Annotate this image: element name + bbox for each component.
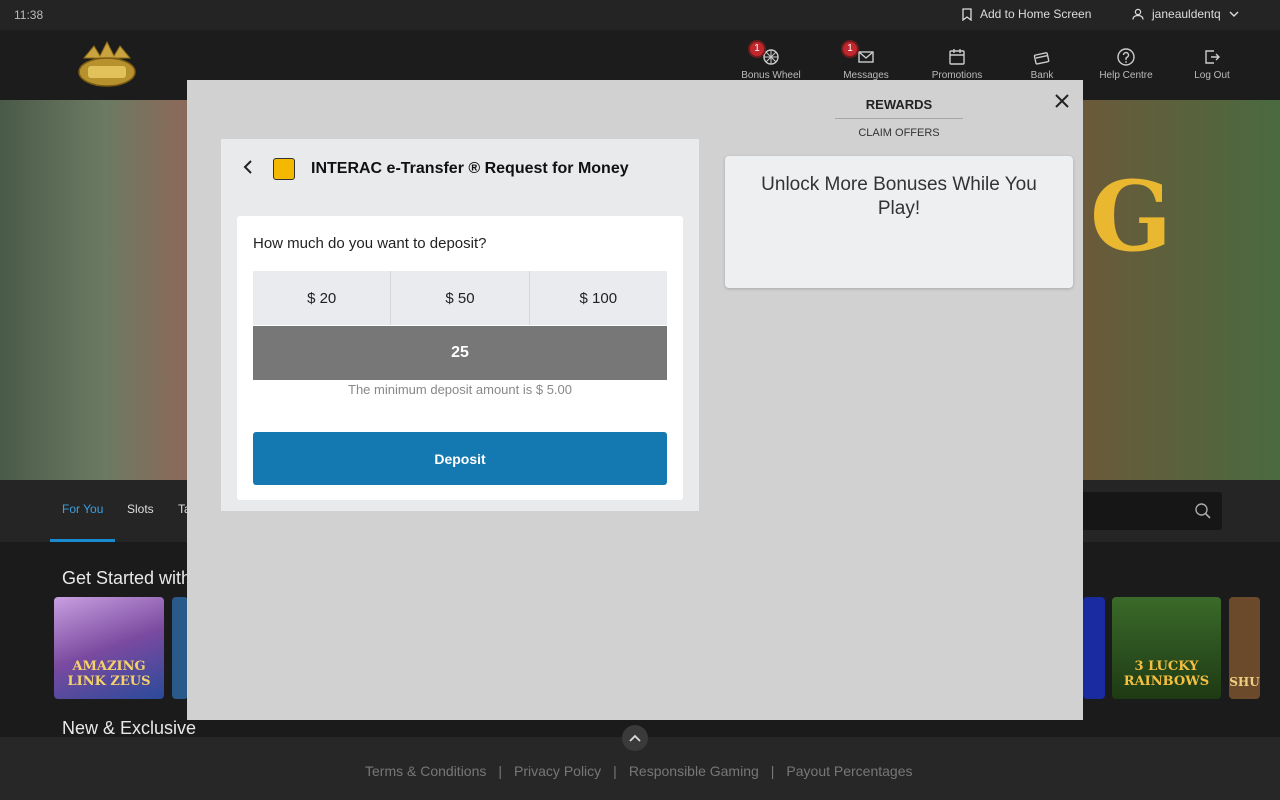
- preset-amounts: $ 20 $ 50 $ 100: [253, 271, 667, 325]
- game-tile[interactable]: [1083, 597, 1105, 699]
- scroll-top-button[interactable]: [622, 725, 648, 751]
- amount-100-button[interactable]: $ 100: [530, 271, 667, 325]
- section-title-get-started: Get Started with: [62, 568, 192, 588]
- site-logo[interactable]: [76, 40, 138, 90]
- game-tile-shu[interactable]: SHU: [1229, 597, 1260, 699]
- calendar-icon: [949, 49, 965, 65]
- nav-log-out[interactable]: Log Out: [1175, 48, 1249, 81]
- nav-label: Log Out: [1194, 70, 1230, 81]
- mail-icon: [858, 51, 874, 63]
- footer-link-payout[interactable]: Payout Percentages: [786, 763, 912, 779]
- status-bar: 11:38 Add to Home Screen janeauldentq: [0, 0, 1280, 30]
- deposit-header: INTERAC e-Transfer ® Request for Money: [221, 139, 699, 199]
- deposit-method-title: INTERAC e-Transfer ® Request for Money: [311, 160, 629, 177]
- game-search-input[interactable]: [1060, 492, 1222, 530]
- deposit-amount-input[interactable]: [253, 326, 667, 380]
- game-tile-label: 3 LUCKY RAINBOWS: [1123, 659, 1210, 689]
- game-tile[interactable]: [172, 597, 188, 699]
- nav-bonus-wheel[interactable]: 1 Bonus Wheel: [734, 40, 808, 81]
- username: janeauldentq: [1152, 7, 1221, 21]
- tab-slots[interactable]: Slots: [127, 502, 154, 516]
- user-menu[interactable]: janeauldentq: [1132, 7, 1239, 21]
- crown-logo-icon: [78, 40, 136, 87]
- bank-cards-icon: [1033, 52, 1050, 65]
- footer-separator: |: [498, 763, 503, 779]
- footer-link-responsible-gaming[interactable]: Responsible Gaming: [629, 763, 759, 779]
- bookmark-icon: [962, 7, 972, 21]
- chevron-down-icon: [1229, 11, 1239, 17]
- chevron-up-icon: [629, 734, 641, 742]
- logout-icon: [1205, 50, 1220, 64]
- rewards-header: REWARDS CLAIM OFFERS: [835, 97, 963, 139]
- nav-label: Help Centre: [1099, 70, 1153, 81]
- claim-offers-link[interactable]: CLAIM OFFERS: [835, 127, 963, 139]
- footer-link-privacy[interactable]: Privacy Policy: [514, 763, 601, 779]
- section-title-new-exclusive: New & Exclusive: [62, 718, 197, 738]
- nav-promotions[interactable]: Promotions: [920, 48, 994, 81]
- promo-card: Unlock More Bonuses While You Play!: [725, 156, 1073, 288]
- hero-title-art: G: [1090, 160, 1172, 273]
- tab-for-you[interactable]: For You: [62, 502, 103, 516]
- game-tile-label: AMAZING LINK ZEUS: [67, 659, 151, 689]
- back-arrow-icon[interactable]: [243, 160, 253, 174]
- user-icon: [1132, 8, 1144, 20]
- close-icon[interactable]: [1053, 92, 1071, 110]
- deposit-question: How much do you want to deposit?: [253, 235, 487, 252]
- nav-messages[interactable]: 1 Messages: [829, 40, 903, 81]
- add-to-home-label: Add to Home Screen: [980, 7, 1092, 21]
- nav-help-centre[interactable]: Help Centre: [1089, 48, 1163, 81]
- deposit-form: How much do you want to deposit? $ 20 $ …: [237, 216, 683, 500]
- game-tile-label: SHU: [1229, 675, 1260, 689]
- add-to-home-button[interactable]: Add to Home Screen: [962, 7, 1091, 21]
- bonus-wheel-badge: 1: [748, 40, 766, 58]
- deposit-button[interactable]: Deposit: [253, 432, 667, 485]
- interac-logo-icon: [273, 158, 295, 180]
- help-icon: [1117, 48, 1135, 66]
- promo-text: Unlock More Bonuses While You Play!: [761, 174, 1037, 219]
- footer-separator: |: [613, 763, 617, 779]
- amount-20-button[interactable]: $ 20: [253, 271, 392, 325]
- footer-separator: |: [770, 763, 775, 779]
- deposit-panel: INTERAC e-Transfer ® Request for Money H…: [221, 139, 699, 511]
- game-tile-amazing-link-zeus[interactable]: AMAZING LINK ZEUS: [54, 597, 164, 699]
- clock: 11:38: [14, 8, 44, 22]
- rewards-title: REWARDS: [835, 97, 963, 119]
- minimum-deposit-note: The minimum deposit amount is $ 5.00: [348, 382, 572, 397]
- game-tile-3-lucky-rainbows[interactable]: 3 LUCKY RAINBOWS: [1112, 597, 1221, 699]
- messages-badge: 1: [841, 40, 859, 58]
- nav-bank[interactable]: Bank: [1005, 48, 1079, 81]
- footer-link-terms[interactable]: Terms & Conditions: [365, 763, 486, 779]
- footer-links: Terms & Conditions | Privacy Policy | Re…: [365, 763, 913, 779]
- amount-50-button[interactable]: $ 50: [391, 271, 530, 325]
- search-icon: [1195, 503, 1211, 519]
- bank-modal: REWARDS CLAIM OFFERS Unlock More Bonuses…: [187, 80, 1083, 720]
